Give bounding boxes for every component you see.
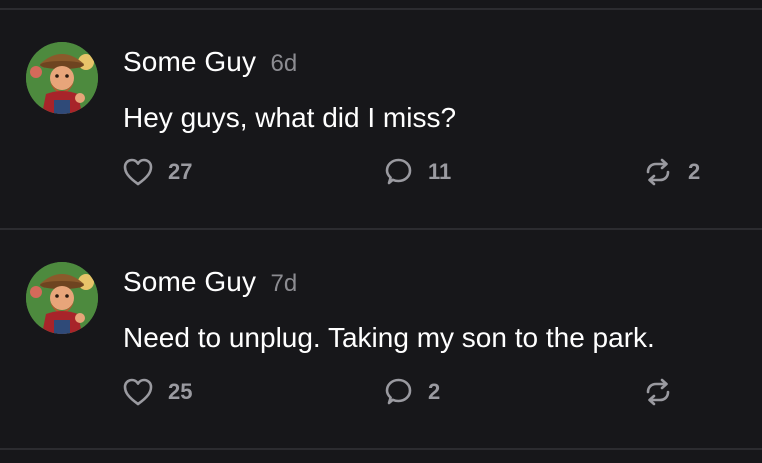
post-text: Need to unplug. Taking my son to the par… [123, 322, 655, 353]
post-feed: Some Guy 6d Hey guys, what did I miss? 2… [0, 0, 762, 463]
post-age: 6d [270, 50, 298, 77]
post-item[interactable]: Some Guy 6d Hey guys, what did I miss? 2… [0, 10, 762, 228]
speech-bubble-icon [385, 378, 412, 405]
like-button[interactable]: 25 [122, 375, 192, 409]
like-button[interactable]: 27 [122, 155, 192, 189]
repost-arrows-icon [646, 158, 670, 186]
post-header: Some Guy 7d [123, 266, 297, 298]
repost-button[interactable]: 2 [642, 155, 700, 189]
author-name[interactable]: Some Guy [123, 46, 256, 77]
repost-button[interactable] [642, 375, 688, 409]
repost-arrows-icon [646, 378, 670, 406]
avatar[interactable] [26, 42, 98, 114]
post-item[interactable]: Some Guy 7d Need to unplug. Taking my so… [0, 230, 762, 448]
post-age: 7d [270, 270, 298, 297]
avatar-image [26, 42, 98, 114]
reply-count: 2 [428, 379, 441, 404]
reply-button[interactable]: 11 [382, 155, 451, 189]
post-text: Hey guys, what did I miss? [123, 102, 457, 133]
like-count: 27 [168, 159, 193, 184]
avatar[interactable] [26, 262, 98, 334]
repost-count: 2 [688, 159, 701, 184]
post-header: Some Guy 6d [123, 46, 297, 78]
heart-icon [123, 158, 153, 186]
heart-icon [123, 378, 153, 406]
like-count: 25 [168, 379, 193, 404]
reply-count: 11 [428, 159, 452, 184]
author-name[interactable]: Some Guy [123, 266, 256, 297]
reply-button[interactable]: 2 [382, 375, 440, 409]
speech-bubble-icon [385, 158, 412, 185]
avatar-image [26, 262, 98, 334]
bottom-divider [0, 448, 762, 450]
